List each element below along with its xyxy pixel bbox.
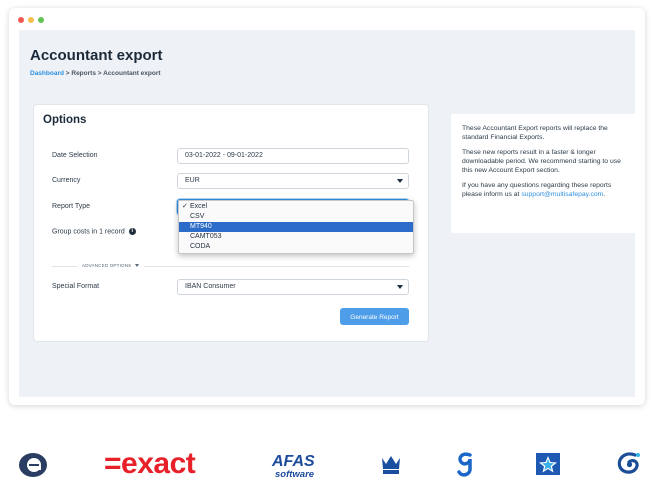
- report-type-dropdown: ✓ Excel CSV MT940 CAMT053 CODA: [178, 200, 414, 254]
- info-paragraph: These new reports result in a faster & l…: [462, 149, 621, 174]
- breadcrumb: Dashboard > Reports > Accountant export: [30, 70, 161, 77]
- star-box-logo: [536, 453, 560, 480]
- breadcrumb-reports[interactable]: Reports: [71, 70, 96, 77]
- divider-line: [144, 266, 409, 267]
- info-paragraph: These Accountant Export reports will rep…: [462, 125, 608, 141]
- partner-logos: =exact AFAS software: [0, 447, 655, 483]
- report-type-option-csv[interactable]: CSV: [179, 212, 413, 222]
- support-email-link[interactable]: support@multisafepay.com: [521, 191, 603, 198]
- afas-logo: AFAS software: [271, 451, 327, 484]
- option-label: MT940: [190, 223, 212, 230]
- checkmark-icon: ✓: [182, 203, 188, 210]
- chevron-down-icon: [397, 179, 403, 183]
- advanced-options-divider[interactable]: ADVANCED OPTIONS: [52, 262, 409, 270]
- breadcrumb-separator: >: [97, 70, 102, 77]
- info-icon[interactable]: i: [128, 228, 136, 235]
- special-format-value: IBAN Consumer: [185, 283, 236, 290]
- report-type-option-camt053[interactable]: CAMT053: [179, 232, 413, 242]
- divider-line: [52, 266, 77, 267]
- info-panel: These Accountant Export reports will rep…: [451, 114, 635, 233]
- options-title: Options: [43, 114, 87, 126]
- svg-text:AFAS: AFAS: [271, 453, 315, 470]
- date-selection-input[interactable]: 03-01-2022 - 09-01-2022: [177, 148, 409, 164]
- page-title: Accountant export: [30, 47, 163, 64]
- info-paragraph: If you have any questions regarding thes…: [462, 181, 624, 199]
- option-label: CSV: [190, 213, 205, 220]
- option-label: CAMT053: [190, 233, 222, 240]
- report-type-option-excel[interactable]: ✓ Excel: [179, 202, 413, 212]
- report-type-label: Report Type: [52, 203, 91, 210]
- breadcrumb-current: Accountant export: [103, 70, 161, 77]
- chevron-down-icon: [397, 285, 403, 289]
- crown-logo: [381, 454, 401, 481]
- e-circle-logo: [18, 452, 48, 483]
- info-period: .: [603, 191, 606, 198]
- breadcrumb-dashboard-link[interactable]: Dashboard: [30, 70, 64, 77]
- report-type-option-mt940[interactable]: MT940: [179, 222, 413, 232]
- advanced-options-toggle[interactable]: ADVANCED OPTIONS: [79, 263, 142, 268]
- group-costs-text: Group costs in 1 record: [52, 228, 125, 236]
- chevron-down-icon: [134, 264, 139, 268]
- currency-select[interactable]: EUR: [177, 173, 409, 189]
- breadcrumb-separator: >: [65, 70, 70, 77]
- exact-logo: =exact: [104, 447, 218, 483]
- app-content: Accountant export Dashboard > Reports > …: [19, 30, 635, 397]
- special-format-label: Special Format: [52, 283, 100, 290]
- svg-text:=exact: =exact: [104, 450, 196, 478]
- maximize-window-button[interactable]: [38, 17, 44, 23]
- minimize-window-button[interactable]: [28, 17, 34, 23]
- option-label: CODA: [190, 243, 211, 250]
- currency-value: EUR: [185, 177, 200, 184]
- currency-label: Currency: [52, 177, 81, 184]
- window-controls: [18, 17, 44, 23]
- date-selection-value: 03-01-2022 - 09-01-2022: [185, 152, 263, 159]
- date-selection-label: Date Selection: [52, 152, 98, 159]
- browser-window: Accountant export Dashboard > Reports > …: [9, 8, 645, 405]
- close-window-button[interactable]: [18, 17, 24, 23]
- group-costs-label: Group costs in 1 record i: [52, 228, 136, 235]
- option-label: Excel: [190, 203, 208, 210]
- g-logo: [456, 452, 474, 483]
- report-type-option-coda[interactable]: CODA: [179, 242, 413, 252]
- special-format-select[interactable]: IBAN Consumer: [177, 279, 409, 295]
- generate-report-button[interactable]: Generate Report: [340, 308, 409, 325]
- swirl-logo: [615, 451, 643, 482]
- advanced-options-label: ADVANCED OPTIONS: [82, 263, 132, 268]
- svg-text:software: software: [275, 469, 315, 479]
